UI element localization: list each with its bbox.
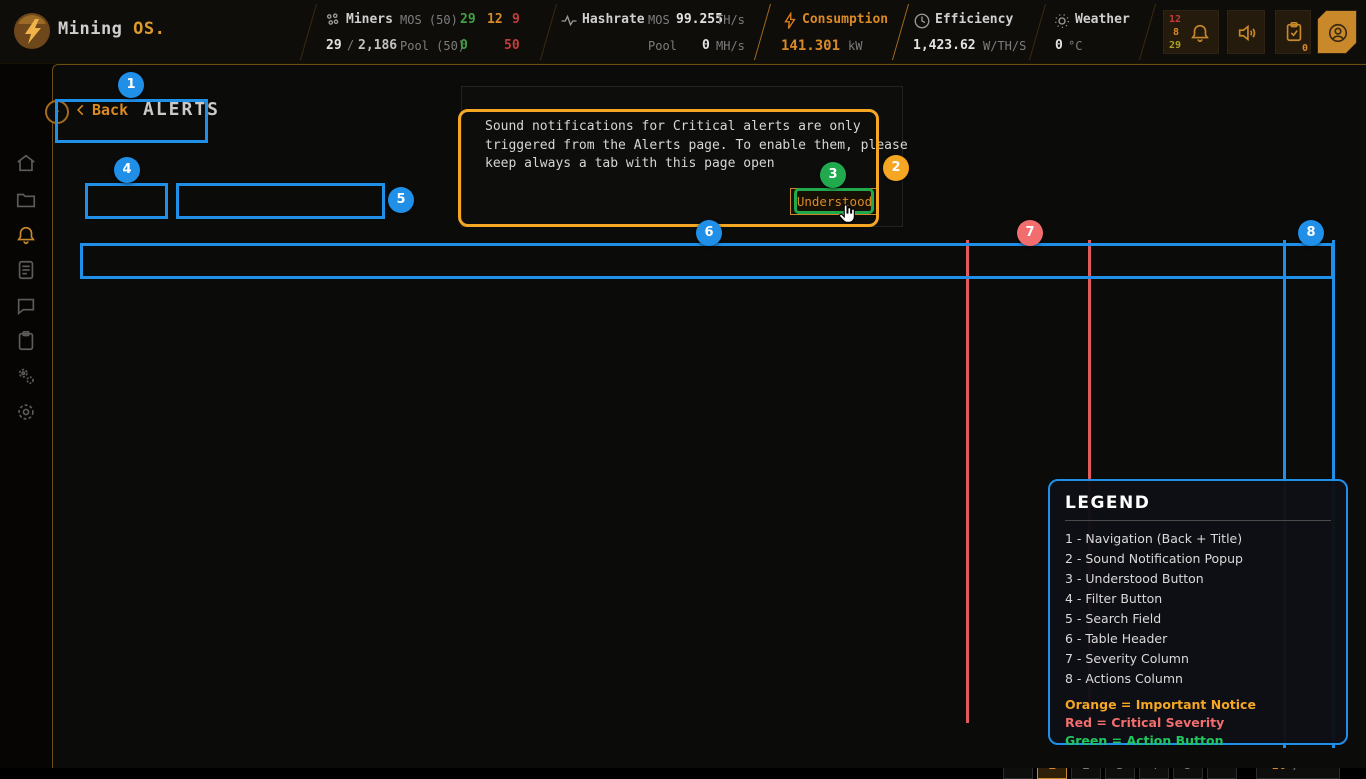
hashrate-pool-value: 0 <box>702 38 710 53</box>
miners-total: 2,186 <box>358 38 397 53</box>
header-divider <box>1029 4 1046 60</box>
hashrate-icon <box>560 12 578 30</box>
hashrate-label: Hashrate <box>582 12 645 27</box>
speaker-icon <box>1236 22 1258 44</box>
sidebar-item-alerts[interactable] <box>15 224 37 246</box>
popup-line-2: triggered from the Alerts page. To enabl… <box>485 138 908 153</box>
bell-badge-warning: 8 <box>1173 27 1179 38</box>
consumption-unit: kW <box>848 39 862 53</box>
folder-icon <box>15 189 37 211</box>
consumption-value: 141.301 <box>781 38 840 54</box>
profile-button[interactable] <box>1317 10 1357 54</box>
legend-list: 1 - Navigation (Back + Title) 2 - Sound … <box>1065 529 1331 689</box>
back-label: Back <box>92 101 128 119</box>
home-icon <box>15 152 37 174</box>
miners-pool-label: Pool (50) <box>400 39 465 53</box>
clipboard-icon <box>15 330 37 352</box>
tasks-clipboard-button[interactable]: 0 <box>1275 10 1311 54</box>
header-divider-orange <box>754 4 771 60</box>
header-divider-orange <box>892 4 909 60</box>
miners-slash: / <box>347 38 354 52</box>
bell-badge-info: 29 <box>1169 40 1181 51</box>
sidebar <box>0 64 52 768</box>
hashrate-pool-unit: MH/s <box>716 39 745 53</box>
efficiency-icon <box>913 12 931 30</box>
legend-item: 6 - Table Header <box>1065 629 1331 649</box>
brand-suffix: OS. <box>133 19 165 39</box>
miners-icon <box>324 12 342 30</box>
consumption-label: Consumption <box>802 12 888 27</box>
efficiency-unit: W/TH/S <box>983 39 1026 53</box>
legend-item: 4 - Filter Button <box>1065 589 1331 609</box>
sidebar-toggle-button[interactable]: › <box>45 100 69 124</box>
chat-icon <box>15 295 37 317</box>
header-divider <box>540 4 557 60</box>
page-title: ALERTS <box>143 99 220 120</box>
miners-mos-warn: 12 <box>487 12 503 27</box>
gears-icon <box>15 365 37 387</box>
bell-icon <box>1189 22 1211 44</box>
miners-mos-label: MOS (50) <box>400 13 458 27</box>
sidebar-item-settings[interactable] <box>15 401 37 423</box>
legend-panel: LEGEND 1 - Navigation (Back + Title) 2 -… <box>1048 479 1348 745</box>
bell-badge-critical: 12 <box>1169 14 1181 25</box>
weather-label: Weather <box>1075 12 1130 27</box>
sidebar-item-home[interactable] <box>15 152 37 174</box>
hashrate-mos-unit: TH/s <box>716 13 745 27</box>
clipboard-badge: 0 <box>1302 43 1308 54</box>
legend-notes: Orange = Important Notice Red = Critical… <box>1065 696 1331 750</box>
sound-mute-button[interactable] <box>1227 10 1265 54</box>
legend-item: 7 - Severity Column <box>1065 649 1331 669</box>
miners-pool-err: 50 <box>504 38 520 53</box>
weather-value: 0 <box>1055 38 1063 53</box>
top-header: Mining OS. Miners MOS (50) 29 12 9 29 / … <box>0 0 1366 64</box>
popup-message: Sound notifications for Critical alerts … <box>485 118 908 174</box>
efficiency-label: Efficiency <box>935 12 1013 27</box>
brand-logo-text: Mining OS. <box>58 19 165 39</box>
legend-note-orange: Orange = Important Notice <box>1065 696 1331 714</box>
clipboard-check-icon <box>1283 21 1305 43</box>
legend-title: LEGEND <box>1065 493 1331 513</box>
miners-pool-ok: 0 <box>460 38 468 53</box>
header-divider <box>1139 4 1156 60</box>
brand-name: Mining <box>58 19 122 39</box>
back-chevron-icon <box>74 103 88 117</box>
hashrate-pool-label: Pool <box>648 39 677 53</box>
sidebar-item-integrations[interactable] <box>15 365 37 387</box>
legend-item: 1 - Navigation (Back + Title) <box>1065 529 1331 549</box>
document-icon <box>15 259 37 281</box>
efficiency-value: 1,423.62 <box>913 38 976 53</box>
understood-button[interactable]: Understood <box>790 188 879 215</box>
weather-unit: °C <box>1068 39 1082 53</box>
popup-line-3: keep always a tab with this page open <box>485 156 775 171</box>
legend-note-green: Green = Action Button <box>1065 732 1331 750</box>
miners-current: 29 <box>326 38 342 53</box>
notifications-bell-button[interactable]: 12 8 29 <box>1163 10 1219 54</box>
hashrate-mos-label: MOS <box>648 13 670 27</box>
miners-label: Miners <box>346 12 393 27</box>
legend-item: 8 - Actions Column <box>1065 669 1331 689</box>
gear-icon <box>15 401 37 423</box>
legend-item: 5 - Search Field <box>1065 609 1331 629</box>
header-divider <box>300 4 317 60</box>
sidebar-item-tasks[interactable] <box>15 330 37 352</box>
sidebar-item-devices[interactable] <box>15 189 37 211</box>
alerts-bell-icon <box>15 224 37 246</box>
legend-note-red: Red = Critical Severity <box>1065 714 1331 732</box>
consumption-icon <box>781 12 799 30</box>
legend-item: 3 - Understood Button <box>1065 569 1331 589</box>
weather-icon <box>1053 12 1071 30</box>
sound-notification-popup: Sound notifications for Critical alerts … <box>461 86 903 227</box>
sidebar-item-messages[interactable] <box>15 295 37 317</box>
sidebar-item-reports[interactable] <box>15 259 37 281</box>
brand-logo-icon <box>14 13 50 49</box>
popup-line-1: Sound notifications for Critical alerts … <box>485 119 861 134</box>
user-icon <box>1327 22 1349 44</box>
legend-divider <box>1065 520 1331 521</box>
miners-mos-ok: 29 <box>460 12 476 27</box>
miners-mos-err: 9 <box>512 12 520 27</box>
back-button[interactable]: Back <box>74 101 128 119</box>
legend-item: 2 - Sound Notification Popup <box>1065 549 1331 569</box>
